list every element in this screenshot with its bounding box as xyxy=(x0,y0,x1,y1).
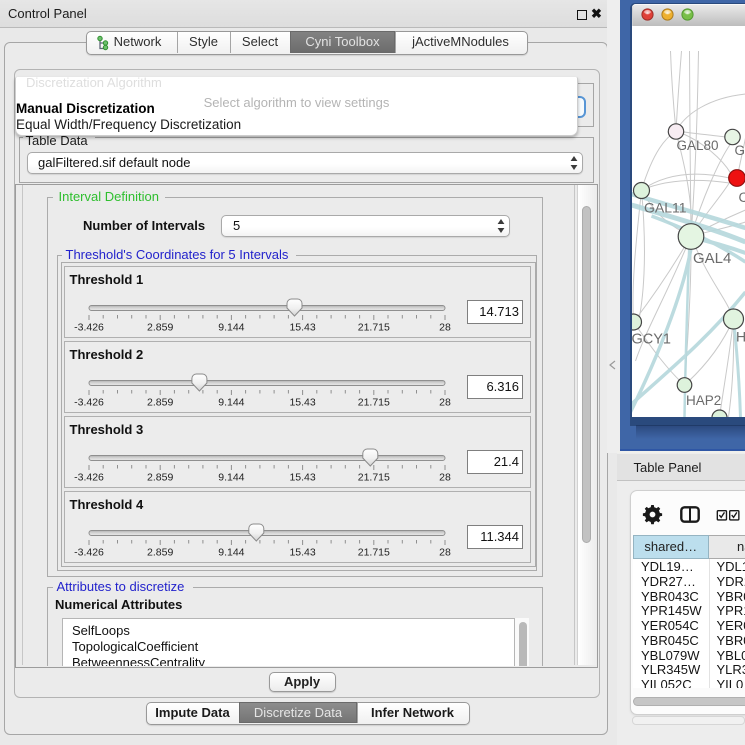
svg-text:-3.426: -3.426 xyxy=(74,472,104,484)
svg-text:GAL4: GAL4 xyxy=(693,250,731,267)
svg-text:21.715: 21.715 xyxy=(358,547,390,559)
svg-text:9.144: 9.144 xyxy=(218,547,244,559)
svg-text:28: 28 xyxy=(439,547,451,559)
svg-text:2.859: 2.859 xyxy=(147,397,173,409)
svg-text:-3.426: -3.426 xyxy=(74,322,104,334)
svg-text:9.144: 9.144 xyxy=(218,472,244,484)
svg-text:15.43: 15.43 xyxy=(289,397,315,409)
svg-text:2.859: 2.859 xyxy=(147,547,173,559)
svg-text:G.: G. xyxy=(734,143,745,158)
svg-text:2.859: 2.859 xyxy=(147,322,173,334)
svg-text:21.715: 21.715 xyxy=(358,472,390,484)
svg-text:H: H xyxy=(736,328,745,344)
svg-text:15.43: 15.43 xyxy=(289,472,315,484)
svg-text:C: C xyxy=(738,190,745,205)
svg-text:-3.426: -3.426 xyxy=(74,397,104,409)
svg-text:21.715: 21.715 xyxy=(358,397,390,409)
svg-text:21.715: 21.715 xyxy=(358,322,390,334)
svg-text:2.859: 2.859 xyxy=(147,472,173,484)
svg-text:GAL80: GAL80 xyxy=(676,138,718,153)
svg-text:28: 28 xyxy=(439,322,451,334)
svg-text:28: 28 xyxy=(439,397,451,409)
svg-text:9.144: 9.144 xyxy=(218,322,244,334)
svg-text:HAP2: HAP2 xyxy=(686,393,721,408)
svg-text:GCY1: GCY1 xyxy=(632,331,671,347)
svg-text:15.43: 15.43 xyxy=(289,322,315,334)
svg-text:9.144: 9.144 xyxy=(218,397,244,409)
svg-text:28: 28 xyxy=(439,472,451,484)
svg-text:GAL11: GAL11 xyxy=(644,199,687,215)
svg-text:15.43: 15.43 xyxy=(289,547,315,559)
svg-text:-3.426: -3.426 xyxy=(74,547,104,559)
